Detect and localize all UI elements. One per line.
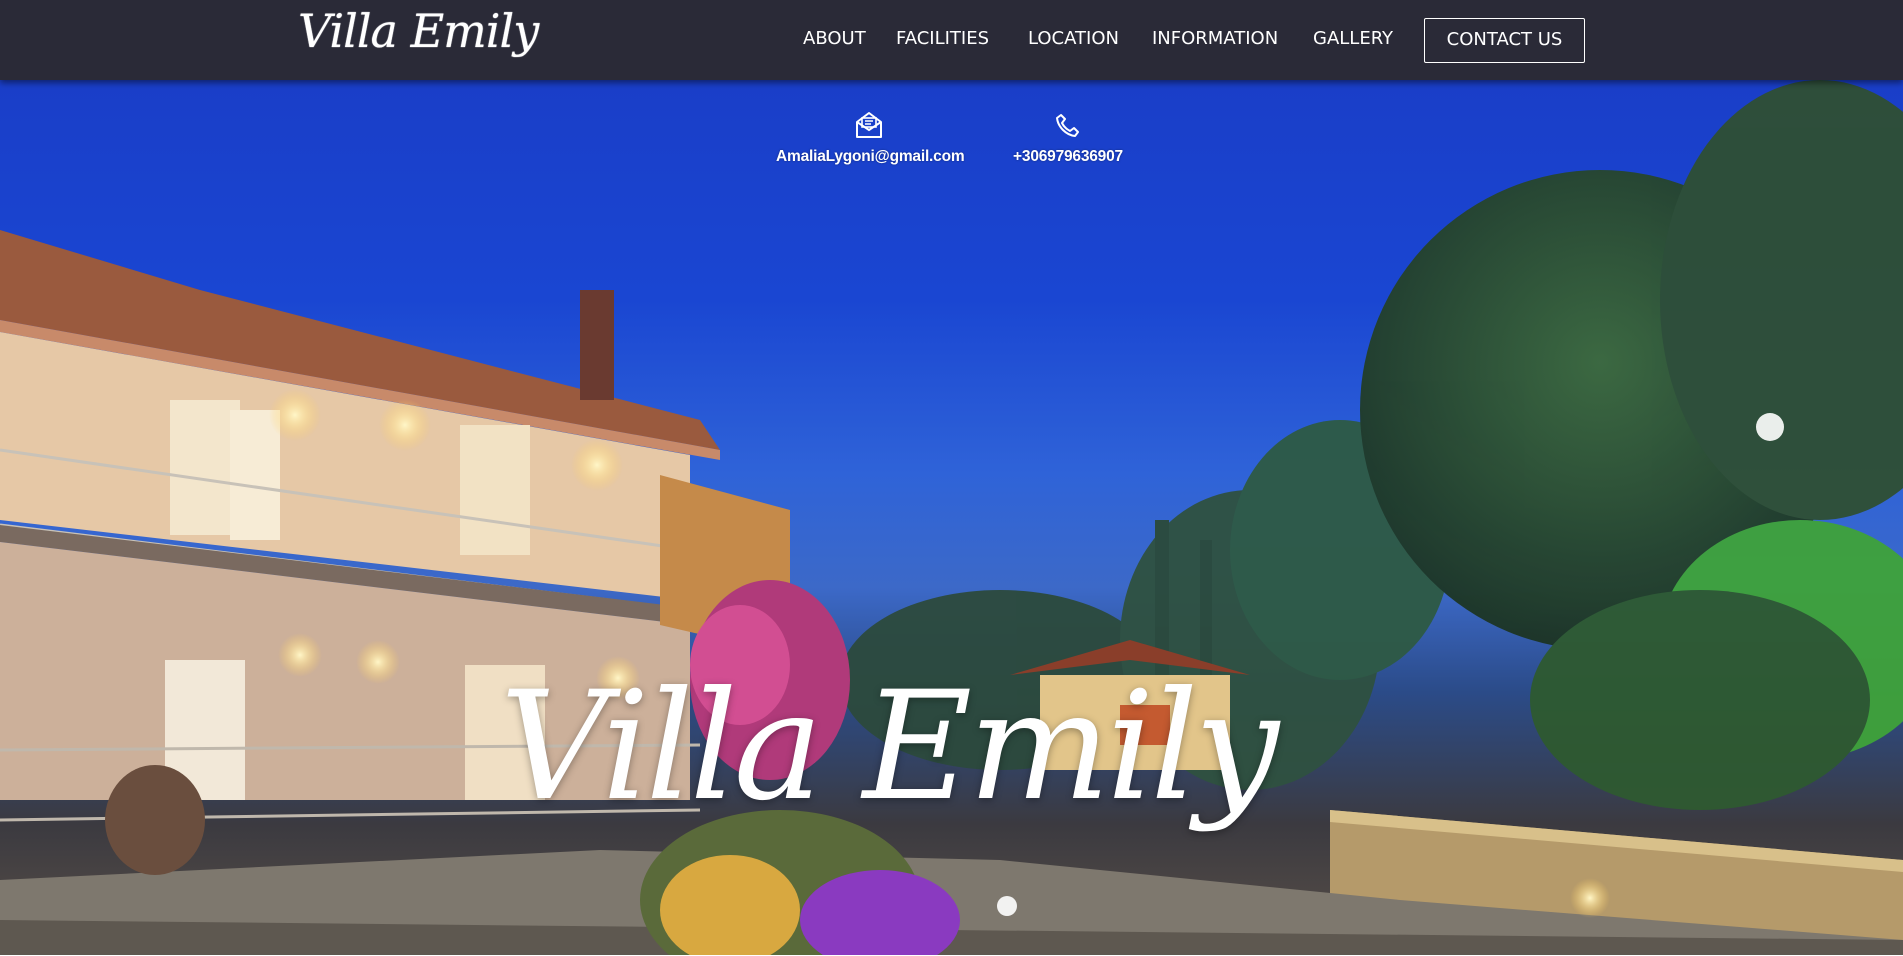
top-navbar: Villa Emily ABOUT FACILITIES LOCATION IN… — [0, 0, 1903, 80]
site-logo[interactable]: Villa Emily — [298, 4, 539, 58]
email-contact[interactable]: AmaliaLygoni@gmail.com — [776, 110, 965, 166]
phone-icon — [1056, 114, 1079, 137]
nav-location[interactable]: LOCATION — [1028, 28, 1119, 49]
nav-gallery[interactable]: GALLERY — [1313, 28, 1393, 49]
phone-text[interactable]: +306979636907 — [1007, 148, 1129, 166]
nav-about[interactable]: ABOUT — [803, 28, 866, 49]
envelope-icon — [856, 112, 882, 138]
email-text[interactable]: AmaliaLygoni@gmail.com — [776, 148, 965, 166]
contact-us-button[interactable]: CONTACT US — [1424, 18, 1585, 63]
nav-information[interactable]: INFORMATION — [1152, 28, 1278, 49]
hero-section: AmaliaLygoni@gmail.com +306979636907 Vil… — [0, 80, 1903, 955]
phone-contact[interactable]: +306979636907 — [1007, 110, 1129, 166]
hero-title: Villa Emily — [500, 660, 1279, 834]
nav-facilities[interactable]: FACILITIES — [896, 28, 989, 49]
